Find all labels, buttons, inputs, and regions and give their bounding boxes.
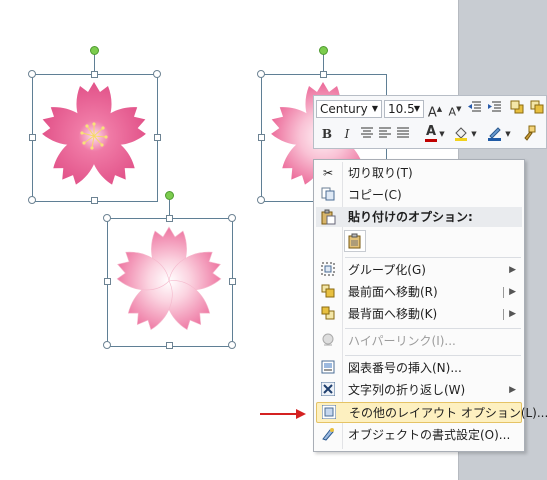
rotation-handle[interactable] bbox=[165, 191, 174, 200]
flower-image bbox=[37, 82, 151, 190]
menu-item-label: ハイパーリンク(I)... bbox=[348, 334, 456, 348]
split-divider bbox=[503, 309, 504, 320]
menu-item-label: 図表番号の挿入(N)... bbox=[348, 361, 462, 375]
menu-item-send-to-back[interactable]: 最背面へ移動(K) ▶ bbox=[316, 304, 522, 325]
shrink-font-icon[interactable]: A▼ bbox=[446, 100, 464, 119]
hyperlink-icon bbox=[320, 333, 336, 349]
font-color-bar bbox=[425, 139, 437, 142]
menu-separator bbox=[345, 355, 521, 356]
send-to-back-icon bbox=[320, 306, 336, 322]
resize-handle[interactable] bbox=[258, 134, 265, 141]
resize-handle[interactable] bbox=[166, 342, 173, 349]
resize-handle[interactable] bbox=[103, 341, 111, 349]
resize-handle[interactable] bbox=[166, 215, 173, 222]
bring-to-front-icon bbox=[320, 284, 336, 300]
chevron-right-icon: ▶ bbox=[509, 385, 516, 395]
group-icon bbox=[320, 262, 336, 278]
menu-item-label: コピー(C) bbox=[348, 188, 402, 202]
italic-button[interactable]: I bbox=[338, 125, 356, 143]
mini-toolbar: Century ▼ 10.5 ▼ A▲ A▼ B I A ▼ ▼ ▼ bbox=[313, 95, 547, 149]
resize-handle[interactable] bbox=[104, 278, 111, 285]
resize-handle[interactable] bbox=[91, 71, 98, 78]
shape-outline-icon[interactable] bbox=[486, 125, 504, 143]
resize-handle[interactable] bbox=[103, 214, 111, 222]
menu-item-label: 最背面へ移動(K) bbox=[348, 307, 438, 321]
resize-handle[interactable] bbox=[28, 70, 36, 78]
resize-handle[interactable] bbox=[320, 71, 327, 78]
chevron-right-icon: ▶ bbox=[509, 265, 516, 275]
menu-item-cut[interactable]: ✂ 切り取り(T) bbox=[316, 163, 522, 184]
menu-item-label: 文字列の折り返し(W) bbox=[348, 383, 466, 397]
paste-keep-format-icon bbox=[348, 233, 361, 249]
chevron-down-icon[interactable]: ▼ bbox=[470, 125, 478, 143]
text-wrap-icon bbox=[320, 381, 336, 398]
menu-separator bbox=[345, 328, 521, 329]
split-divider bbox=[503, 287, 504, 298]
resize-handle[interactable] bbox=[91, 197, 98, 204]
menu-item-label: オブジェクトの書式設定(O)... bbox=[348, 428, 511, 442]
send-backward-icon[interactable] bbox=[528, 100, 546, 118]
chevron-right-icon[interactable]: ▶ bbox=[509, 304, 516, 325]
resize-handle[interactable] bbox=[257, 70, 265, 78]
caption-icon bbox=[320, 360, 336, 376]
menu-item-label: グループ化(G) bbox=[348, 263, 426, 277]
menu-item-group[interactable]: グループ化(G) ▶ bbox=[316, 260, 522, 281]
menu-item-text-wrap[interactable]: 文字列の折り返し(W) ▶ bbox=[316, 380, 522, 401]
chevron-down-icon: ▼ bbox=[413, 104, 420, 113]
resize-handle[interactable] bbox=[153, 70, 161, 78]
highlight-fill-icon[interactable] bbox=[452, 125, 470, 143]
rotation-handle[interactable] bbox=[90, 46, 99, 55]
layout-options-icon bbox=[321, 404, 337, 421]
chevron-down-icon[interactable]: ▼ bbox=[438, 125, 446, 143]
resize-handle[interactable] bbox=[228, 214, 236, 222]
paste-icon bbox=[320, 209, 336, 225]
chevron-down-icon: ▼ bbox=[371, 104, 378, 113]
context-menu: ✂ 切り取り(T) コピー(C) 貼り付けのオプション: グループ化(G) ▶ … bbox=[313, 159, 547, 452]
format-object-icon bbox=[320, 427, 336, 443]
resize-handle[interactable] bbox=[29, 134, 36, 141]
bring-forward-icon[interactable] bbox=[508, 100, 526, 118]
resize-handle[interactable] bbox=[228, 341, 236, 349]
red-arrow-icon bbox=[260, 409, 306, 419]
menu-item-format-object[interactable]: オブジェクトの書式設定(O)... bbox=[316, 425, 522, 446]
copy-icon bbox=[320, 187, 336, 203]
chevron-right-icon[interactable]: ▶ bbox=[509, 282, 516, 303]
menu-item-more-layout-options[interactable]: その他のレイアウト オプション(L)... bbox=[316, 402, 547, 423]
flower-image bbox=[112, 226, 226, 336]
paste-options-header: 貼り付けのオプション: bbox=[316, 207, 522, 227]
font-size-value: 10.5 bbox=[388, 102, 415, 116]
font-name-dropdown[interactable]: Century ▼ bbox=[316, 100, 382, 118]
format-painter-icon[interactable] bbox=[520, 125, 538, 143]
font-color-letter: A bbox=[425, 124, 437, 139]
rotation-handle[interactable] bbox=[319, 46, 328, 55]
chevron-down-icon[interactable]: ▼ bbox=[504, 125, 512, 143]
align-left-icon[interactable] bbox=[376, 125, 394, 143]
bold-button[interactable]: B bbox=[318, 125, 336, 143]
menu-item-label: 最前面へ移動(R) bbox=[348, 285, 438, 299]
justify-icon[interactable] bbox=[394, 125, 412, 143]
menu-separator bbox=[345, 257, 521, 258]
resize-handle[interactable] bbox=[229, 278, 236, 285]
menu-item-insert-caption[interactable]: 図表番号の挿入(N)... bbox=[316, 358, 522, 379]
font-name-value: Century bbox=[320, 102, 368, 116]
menu-item-bring-to-front[interactable]: 最前面へ移動(R) ▶ bbox=[316, 282, 522, 303]
align-center-icon[interactable] bbox=[358, 125, 376, 143]
menu-item-copy[interactable]: コピー(C) bbox=[316, 185, 522, 206]
font-size-dropdown[interactable]: 10.5 ▼ bbox=[384, 100, 424, 118]
paste-options-label: 貼り付けのオプション: bbox=[348, 210, 473, 224]
menu-item-label: その他のレイアウト オプション(L)... bbox=[349, 406, 547, 420]
menu-item-hyperlink: ハイパーリンク(I)... bbox=[316, 331, 522, 352]
menu-item-label: 切り取り(T) bbox=[348, 166, 413, 180]
scissors-icon: ✂ bbox=[322, 166, 334, 180]
resize-handle[interactable] bbox=[154, 134, 161, 141]
resize-handle[interactable] bbox=[257, 196, 265, 204]
resize-handle[interactable] bbox=[28, 196, 36, 204]
grow-font-icon[interactable]: A▲ bbox=[426, 100, 444, 120]
increase-indent-icon[interactable] bbox=[486, 100, 504, 118]
paste-keep-format-button[interactable] bbox=[344, 230, 366, 252]
decrease-indent-icon[interactable] bbox=[466, 100, 484, 118]
